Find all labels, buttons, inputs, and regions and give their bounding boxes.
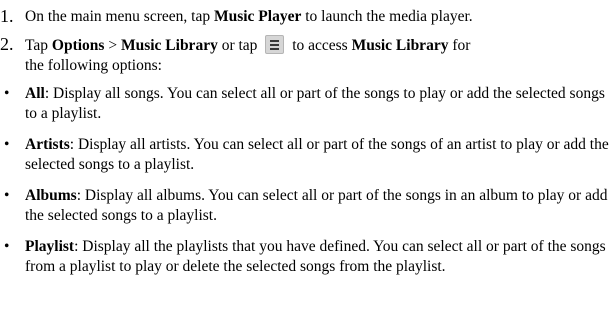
option-artists: • Artists: Display all artists. You can … (0, 135, 612, 174)
option-term: Albums (25, 187, 77, 204)
step-text-part: to access (288, 37, 352, 54)
menu-list-icon (265, 35, 285, 54)
step-text-part: On the main menu screen, tap (25, 8, 214, 25)
option-description: : Display all the playlists that you hav… (25, 238, 606, 275)
option-text: All: Display all songs. You can select a… (25, 84, 612, 123)
menu-item-music-player: Music Player (213, 8, 302, 25)
option-playlist: • Playlist: Display all the playlists th… (0, 237, 612, 276)
step-text: On the main menu screen, tap Music Playe… (25, 7, 612, 27)
option-text: Artists: Display all artists. You can se… (25, 135, 612, 174)
menu-item-options: Options (51, 37, 105, 54)
bullet-marker: • (4, 136, 10, 153)
step-2: 2. Tap Options > Music Library or tap to… (0, 34, 612, 75)
bullet-marker: • (4, 187, 10, 204)
option-term: Artists (25, 136, 70, 153)
step-text-part: Tap (25, 37, 52, 54)
step-text-part: to launch the media player. (301, 8, 473, 25)
menu-item-music-library: Music Library (351, 37, 449, 54)
step-text-part: for (448, 37, 471, 54)
step-number: 2. (0, 34, 14, 54)
option-text: Playlist: Display all the playlists that… (25, 237, 612, 276)
step-text-part: or tap (217, 37, 262, 54)
step-text-part: > (104, 37, 121, 54)
option-description: : Display all artists. You can select al… (25, 136, 609, 173)
option-all: • All: Display all songs. You can select… (0, 84, 612, 123)
option-albums: • Albums: Display all albums. You can se… (0, 186, 612, 225)
option-term: All (25, 85, 45, 102)
option-description: : Display all songs. You can select all … (25, 85, 605, 122)
bullet-marker: • (4, 85, 10, 102)
step-1: 1. On the main menu screen, tap Music Pl… (0, 6, 612, 27)
menu-item-music-library: Music Library (120, 37, 218, 54)
step-text: Tap Options > Music Library or tap to ac… (25, 35, 612, 75)
option-term: Playlist (25, 238, 75, 255)
bullet-marker: • (4, 238, 10, 255)
step-number: 1. (0, 6, 14, 26)
step-text-part: the following options: (25, 56, 162, 74)
option-description: : Display all albums. You can select all… (25, 187, 608, 224)
option-text: Albums: Display all albums. You can sele… (25, 186, 612, 225)
